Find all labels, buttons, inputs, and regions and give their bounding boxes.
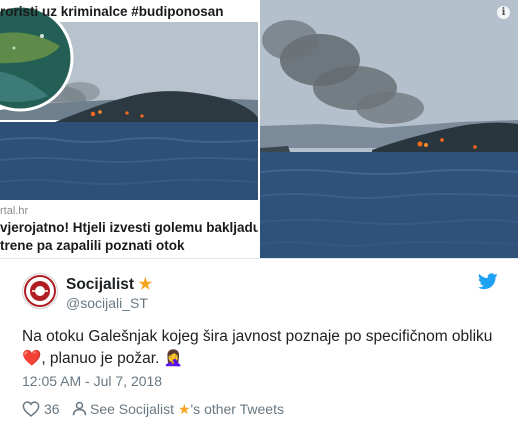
twitter-bird-icon[interactable] xyxy=(478,273,498,290)
see-profile-suffix: 's other Tweets xyxy=(190,401,284,417)
see-profile-prefix: See Socijalist xyxy=(90,401,175,417)
news-card-image[interactable]: roristi uz kriminalce #budiponosan rtal.… xyxy=(0,0,258,258)
news-headline-line-2: trene pa zapalili poznati otok xyxy=(0,238,185,253)
avatar-logo-icon xyxy=(24,275,56,307)
star-icon: ★ xyxy=(177,401,191,417)
fire-photo[interactable]: i xyxy=(260,0,518,258)
see-other-tweets-text: See Socijalist ★'s other Tweets xyxy=(90,401,284,418)
facepalm-icon: 🤦‍♀️ xyxy=(163,350,183,367)
star-icon: ★ xyxy=(138,276,153,293)
tweet-text: Na otoku Galešnjak kojeg šira javnost po… xyxy=(22,326,502,370)
author-name[interactable]: Socijalist ★ xyxy=(66,275,152,294)
fire-photo-graphic xyxy=(260,0,518,258)
profile-icon xyxy=(72,401,87,416)
news-site-label: rtal.hr xyxy=(0,205,29,217)
tweet-text-after: , planuo je požar. xyxy=(41,350,160,367)
info-icon[interactable]: i xyxy=(497,6,510,19)
heart-icon: ❤️ xyxy=(22,350,42,367)
avatar[interactable] xyxy=(22,273,58,309)
like-count: 36 xyxy=(44,401,60,417)
tweet-timestamp[interactable]: 12:05 AM - Jul 7, 2018 xyxy=(22,373,162,389)
news-headline-line-1: vjerojatno! Htjeli izvesti golemu baklja… xyxy=(0,220,258,235)
author-handle[interactable]: @socijali_ST xyxy=(66,295,148,311)
news-headline[interactable]: vjerojatno! Htjeli izvesti golemu baklja… xyxy=(0,219,258,255)
news-caption-top: roristi uz kriminalce #budiponosan xyxy=(0,4,224,19)
tweet-media[interactable]: roristi uz kriminalce #budiponosan rtal.… xyxy=(0,0,518,258)
tweet-text-main: Na otoku Galešnjak kojeg šira javnost po… xyxy=(22,328,493,345)
heart-outline-icon xyxy=(22,401,40,417)
author-display-name: Socijalist xyxy=(66,276,135,293)
